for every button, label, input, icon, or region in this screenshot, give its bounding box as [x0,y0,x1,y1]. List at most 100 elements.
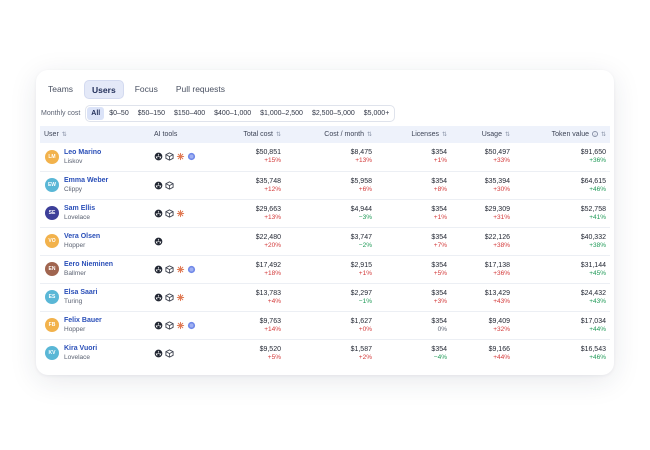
tab-focus[interactable]: Focus [128,80,165,99]
filter-chip-400-1000[interactable]: $400–1,000 [210,107,255,120]
usage-cell: $22,126 +38% [451,227,514,256]
total-cost-cell: $17,492 +18% [218,255,285,284]
usage-cell: $17,138 +36% [451,255,514,284]
usage-cell: $50,497 +33% [451,143,514,172]
table-row[interactable]: ES Elsa Saari Turing $13,783 +4% $2,297 −1… [40,283,610,312]
table-row[interactable]: LM Leo Marino Liskov $50,851 +15% $8,475 +… [40,143,610,172]
filter-chip-2500-5000[interactable]: $2,500–5,000 [308,107,359,120]
filter-chip-0-50[interactable]: $0–50 [105,107,132,120]
ai-tools-cell [150,171,218,200]
bubble-icon [187,153,196,161]
table-row[interactable]: KV Kira Vuori Lovelace $9,520 +5% $1,587 +… [40,339,610,367]
sort-icon[interactable]: ⇅ [442,132,447,138]
licenses-cell: $354 +8% [376,171,451,200]
licenses-cell: $354 −4% [431,345,447,361]
table-row[interactable]: VO Vera Olsen Hopper $22,480 +20% $3,747−… [40,227,610,256]
cost-per-month-cell: $2,915 +1% [285,255,376,284]
user-cell: VO Vera Olsen Hopper [40,227,150,256]
users-cost-card: Teams Users Focus Pull requests Monthly … [36,70,614,375]
avatar: LM [45,149,59,164]
cube-icon [165,180,174,190]
table-row[interactable]: EN Eero Nieminen Ballmer $17,492 +18% $2,… [40,255,610,284]
filter-chip-1000-2500[interactable]: $1,000–2,500 [256,107,307,120]
table-row[interactable]: FB Felix Bauer Hopper $9,763 +14% $1,627 +… [40,311,610,340]
user-cell: KV Kira Vuori Lovelace [40,339,150,367]
total-cost-cell: $35,748 +12% [218,171,285,200]
total-cost-cell: $29,663 +13% [218,199,285,228]
ai-tools-cell [150,311,218,340]
table-row[interactable]: SE Sam Ellis Lovelace $29,663 +13% $4,944… [40,199,610,228]
user-name-link[interactable]: Sam Ellis [64,204,95,213]
ai-tools-cell [150,227,218,256]
token-value-cell: $64,615 +46% [514,171,610,200]
view-tabs: Teams Users Focus Pull requests [41,80,232,99]
user-name-link[interactable]: Eero Nieminen [64,260,113,269]
usage-cell: $35,394 +30% [451,171,514,200]
openai-icon [154,209,163,217]
token-value-cell: $52,758 +41% [514,199,610,228]
ai-tools-cell [150,199,218,228]
avatar: EN [45,262,59,276]
sort-icon[interactable]: ⇅ [62,132,67,138]
user-cell: SE Sam Ellis Lovelace [40,199,150,228]
column-header-usage[interactable]: Usage ⇅ [451,126,514,143]
column-header-cost-per-month[interactable]: Cost / month ⇅ [285,126,376,143]
ai-tools-cell [150,339,218,367]
user-cell: ES Elsa Saari Turing [40,283,150,312]
cost-per-month-cell: $2,297 −1% [285,283,376,312]
user-name-link[interactable]: Leo Marino [64,148,101,157]
info-icon[interactable]: i [591,131,598,138]
openai-icon [154,265,163,273]
total-cost-cell: $9,763 +14% [218,311,285,340]
sparkle-icon [176,265,185,273]
user-name-link[interactable]: Elsa Saari [64,288,97,297]
users-table: User ⇅ AI tools Total cost ⇅ Cost / month ⇅… [40,126,610,367]
column-header-licenses[interactable]: Licenses ⇅ [376,126,451,143]
licenses-cell: $354 +7% [376,227,451,256]
monthly-cost-filter: Monthly cost All $0–50 $50–150 $150–400 … [41,105,396,122]
cost-per-month-cell: $4,944 −3% [285,199,376,228]
cube-icon [165,152,174,161]
cost-per-month-cell: $8,475 +13% [285,143,376,172]
avatar: KV [45,346,59,361]
token-value-cell: $31,144 +45% [514,255,610,284]
filter-chip-50-150[interactable]: $50–150 [134,107,169,120]
user-team: Clippy [64,186,83,193]
sort-icon[interactable]: ⇅ [505,132,510,138]
column-header-token-value[interactable]: Token value i ⇅ [514,126,610,143]
usage-cell: $9,166 +44% [488,345,510,361]
filter-chip-group: All $0–50 $50–150 $150–400 $400–1,000 $1… [85,105,396,122]
column-header-total-cost[interactable]: Total cost ⇅ [218,126,285,143]
usage-cell: $9,409 +32% [451,311,514,340]
cost-per-month-cell: $1,587 +2% [350,345,372,361]
user-team: Hopper [64,326,86,333]
cost-per-month-cell: $5,958 +6% [285,171,376,200]
table-row[interactable]: EW Emma Weber Clippy $35,748 +12% $5,958 +… [40,171,610,200]
sparkle-icon [176,321,185,329]
openai-icon [154,237,163,245]
user-name-link[interactable]: Kira Vuori [64,344,97,353]
token-value-cell: $91,650 +36% [514,143,610,172]
sort-icon[interactable]: ⇅ [276,132,281,138]
user-name-link[interactable]: Emma Weber [64,176,108,185]
avatar: SE [45,206,59,220]
openai-icon [154,152,163,161]
cube-icon [165,292,174,302]
user-name-link[interactable]: Felix Bauer [64,316,102,325]
filter-chip-150-400[interactable]: $150–400 [170,107,209,120]
tab-users[interactable]: Users [84,80,124,99]
avatar: EW [45,178,59,192]
sort-icon[interactable]: ⇅ [367,132,372,138]
token-value-cell: $17,034 +44% [514,311,610,340]
token-value-cell: $24,432 +43% [514,283,610,312]
user-cell: EN Eero Nieminen Ballmer [40,255,150,284]
column-header-user[interactable]: User ⇅ [40,126,150,143]
tab-teams[interactable]: Teams [41,80,80,99]
sort-icon[interactable]: ⇅ [601,132,606,138]
avatar: ES [45,290,59,304]
user-name-link[interactable]: Vera Olsen [64,232,100,241]
filter-chip-all[interactable]: All [87,107,105,120]
cube-icon [165,349,174,358]
tab-pull-requests[interactable]: Pull requests [169,80,232,99]
filter-chip-5000-plus[interactable]: $5,000+ [360,107,394,120]
